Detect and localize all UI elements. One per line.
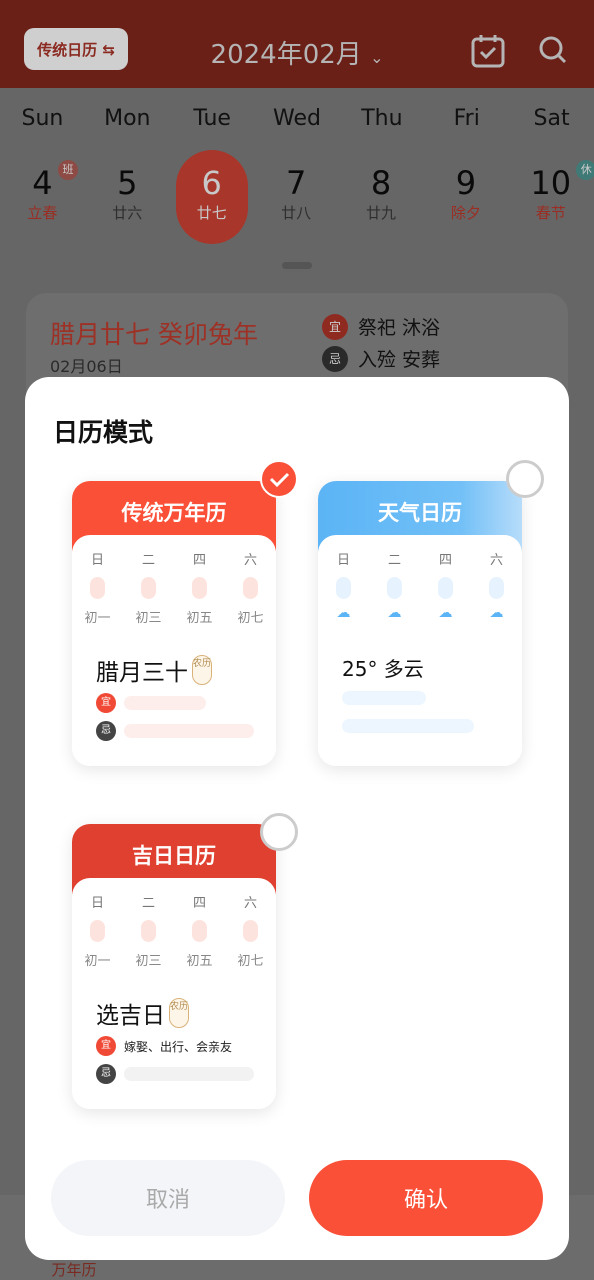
- date-number: 5: [117, 164, 138, 202]
- date-cell[interactable]: 7 廿八: [254, 150, 339, 244]
- mode-card-auspicious[interactable]: 吉日日历 日二四六 初一 初三 初五 初七 选吉日 农历 宜嫁娶、出行、会亲友 忌: [72, 824, 276, 1109]
- lunar-label: 除夕: [450, 204, 481, 222]
- lunar-label: 廿七: [196, 204, 227, 222]
- work-badge: 班: [58, 160, 78, 180]
- calendar-mode-dialog: 日历模式 传统万年历 日二四六 初一 初三 初五 初七 腊月三十 农历 宜 忌 天气日历…: [25, 377, 569, 1260]
- lunar-date: 腊月三十: [96, 660, 188, 686]
- date-number: 6: [201, 164, 222, 202]
- weekday: 六: [489, 553, 503, 568]
- weekday: Tue: [193, 106, 231, 131]
- yi-icon: 宜: [96, 693, 116, 713]
- partly-cloudy-icon: ☁: [438, 605, 453, 621]
- weekday: 日: [90, 553, 104, 568]
- lunar-day: 初三: [135, 954, 162, 969]
- weekday: Wed: [273, 106, 321, 131]
- selected-check-icon[interactable]: [260, 460, 298, 498]
- auspicious-title: 选吉日: [96, 1003, 165, 1029]
- lunar-day: 初一: [84, 611, 111, 626]
- weekday: Mon: [104, 106, 151, 131]
- weekday-row: Sun Mon Tue Wed Thu Fri Sat: [0, 106, 594, 131]
- date-cell[interactable]: 4 立春班: [0, 150, 85, 244]
- weekday: 六: [243, 896, 257, 911]
- yi-icon: 宜: [96, 1036, 116, 1056]
- lunar-day: 初一: [84, 954, 111, 969]
- weekday: 四: [438, 553, 452, 568]
- date-cell-selected[interactable]: 6 廿七: [175, 150, 248, 244]
- weather-text: 25° 多云: [342, 657, 424, 681]
- ji-icon: 忌: [96, 1064, 116, 1084]
- date-number: 7: [285, 164, 307, 202]
- date-cell[interactable]: 8 廿九: [339, 150, 424, 244]
- drag-handle[interactable]: [282, 262, 312, 269]
- partly-cloudy-icon: ☁: [336, 605, 351, 621]
- dialog-title: 日历模式: [53, 418, 154, 447]
- yi-icon: 宜: [322, 313, 348, 340]
- weekday: Thu: [361, 106, 403, 131]
- weekday: Fri: [453, 106, 480, 131]
- cancel-button[interactable]: 取消: [51, 1160, 285, 1236]
- date-cell[interactable]: 9 除夕: [423, 150, 508, 244]
- lunar-label: 廿六: [112, 204, 143, 222]
- ji-icon: 忌: [96, 721, 116, 741]
- month-label: 2024年02月: [210, 40, 362, 70]
- lunar-label: 春节: [535, 204, 566, 222]
- confirm-button[interactable]: 确认: [309, 1160, 543, 1236]
- lunar-day: 初五: [186, 611, 213, 626]
- weekday: 日: [90, 896, 104, 911]
- weekday: Sun: [21, 106, 64, 131]
- lunar-label: 廿九: [366, 204, 397, 222]
- ji-icon: 忌: [322, 345, 348, 372]
- date-number: 8: [370, 164, 392, 202]
- lunar-tag: 农历: [192, 655, 212, 685]
- lunar-day: 初五: [186, 954, 213, 969]
- mode-card-traditional[interactable]: 传统万年历 日二四六 初一 初三 初五 初七 腊月三十 农历 宜 忌: [72, 481, 276, 766]
- weekday: Sat: [533, 106, 570, 131]
- app-header: 传统日历 ⇆ 2024年02月 ⌄: [0, 0, 594, 88]
- lunar-tag: 农历: [169, 998, 189, 1028]
- lunar-label: 廿八: [281, 204, 312, 222]
- lunar-label: 立春: [27, 204, 58, 222]
- weekday: 二: [141, 896, 155, 911]
- unselected-radio-icon[interactable]: [260, 813, 298, 851]
- chevron-down-icon: ⌄: [370, 48, 384, 67]
- weekday: 六: [243, 553, 257, 568]
- date-number: 9: [455, 164, 477, 202]
- weekday: 二: [141, 553, 155, 568]
- search-icon[interactable]: [538, 35, 568, 65]
- weekday: 四: [192, 553, 206, 568]
- partly-cloudy-icon: ☁: [387, 605, 402, 621]
- date-cell[interactable]: 5 廿六: [85, 150, 170, 244]
- calendar-check-icon[interactable]: [470, 33, 506, 69]
- partly-cloudy-icon: ☁: [489, 605, 504, 621]
- date-cell[interactable]: 10 春节休: [508, 150, 594, 244]
- yi-text: 嫁娶、出行、会亲友: [124, 1039, 233, 1054]
- yi-text: 祭祀 沐浴: [358, 317, 441, 339]
- holiday-badge: 休: [576, 160, 594, 180]
- solar-date: 02月06日: [50, 357, 123, 376]
- lunar-title: 腊月廿七 癸卯兔年: [50, 320, 258, 349]
- date-row: 4 立春班 5 廿六 6 廿七 7 廿八 8 廿九 9 除夕 10 春节休: [0, 150, 594, 244]
- unselected-radio-icon[interactable]: [506, 460, 544, 498]
- lunar-day: 初三: [135, 611, 162, 626]
- mode-card-weather[interactable]: 天气日历 日二四六 ☁ ☁ ☁ ☁ 25° 多云: [318, 481, 522, 766]
- lunar-day: 初七: [237, 611, 264, 626]
- ji-text: 入殓 安葬: [358, 349, 441, 371]
- weekday: 四: [192, 896, 206, 911]
- weekday: 日: [336, 553, 350, 568]
- lunar-day: 初七: [237, 954, 264, 969]
- weekday: 二: [387, 553, 401, 568]
